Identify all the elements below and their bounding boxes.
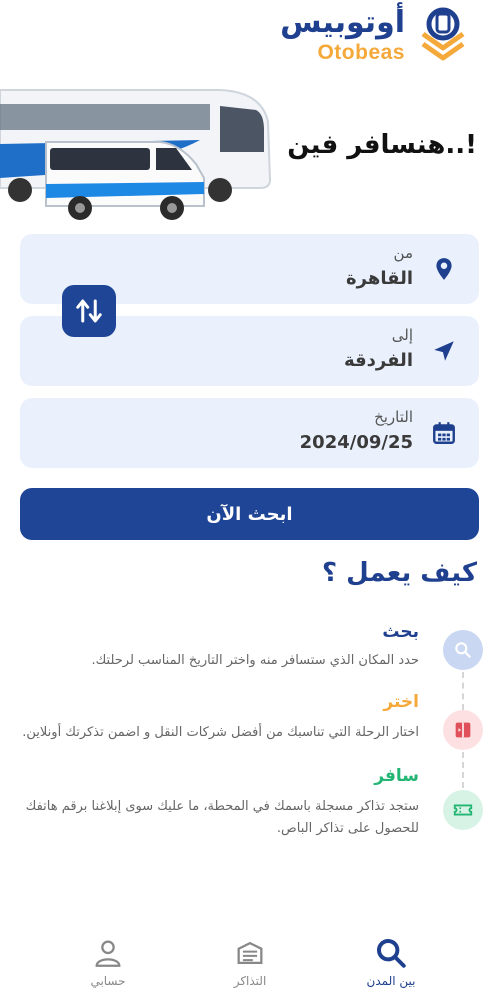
date-label: التاريخ	[374, 408, 413, 426]
step-connector	[462, 752, 464, 788]
brand-logo: أوتوبيس Otobeas	[280, 4, 471, 68]
step-choose-desc: اختار الرحلة التي تناسبك من أفضل شركات ا…	[22, 725, 419, 740]
date-value: 2024/09/25	[299, 432, 413, 453]
nav-account-label: حسابي	[90, 974, 126, 988]
nav-tickets-label: التذاكر	[233, 974, 267, 988]
brand-mark-icon	[415, 4, 471, 68]
search-button[interactable]: ابحث الآن	[20, 488, 479, 540]
nav-intercity-label: بين المدن	[366, 974, 416, 988]
seat-icon	[443, 710, 483, 750]
nav-tickets[interactable]: التذاكر	[210, 936, 290, 988]
nav-intercity[interactable]: بين المدن	[351, 936, 431, 988]
step-search-desc: حدد المكان الذي ستسافر منه واختر التاريخ…	[91, 653, 419, 668]
step-connector	[462, 672, 464, 710]
hero-title: هنسافر فين..!	[287, 130, 477, 160]
search-icon	[443, 630, 483, 670]
ticket-icon	[443, 790, 483, 830]
search-icon	[376, 938, 406, 968]
to-value: الفردقة	[343, 350, 413, 371]
location-pin-icon	[431, 256, 457, 282]
calendar-icon	[431, 420, 457, 446]
hero-vehicles-image	[0, 82, 300, 222]
tickets-icon	[237, 941, 263, 965]
from-label: من	[393, 244, 413, 262]
date-field[interactable]: التاريخ 2024/09/25	[20, 398, 479, 468]
from-value: القاهرة	[346, 268, 413, 289]
bottom-nav: بين المدن التذاكر حسابي	[0, 930, 499, 1000]
swap-vertical-icon	[76, 299, 102, 323]
navigation-arrow-icon	[431, 338, 457, 364]
step-travel-desc: ستجد تذاكر مسجلة باسمك في المحطة، ما علي…	[25, 799, 419, 836]
brand-name-en: Otobeas	[317, 41, 405, 64]
step-choose-title: اختر	[383, 692, 419, 712]
step-search-title: بحث	[382, 622, 419, 642]
how-it-works-title: كيف يعمل ؟	[322, 558, 477, 588]
swap-button[interactable]	[62, 285, 116, 337]
brand-name-ar: أوتوبيس	[280, 5, 405, 40]
nav-account[interactable]: حسابي	[68, 936, 148, 988]
to-label: إلى	[391, 326, 413, 344]
user-icon	[95, 940, 121, 967]
step-travel-title: سافر	[374, 766, 419, 786]
